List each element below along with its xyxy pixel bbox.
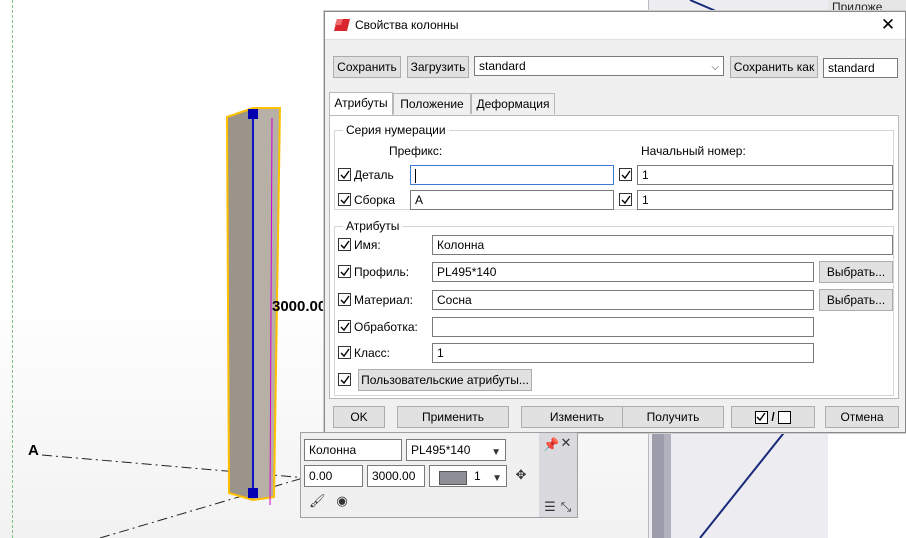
part-start-checkbox[interactable] bbox=[619, 168, 632, 181]
load-button[interactable]: Загрузить bbox=[407, 56, 469, 78]
assembly-start-number-input[interactable]: 1 bbox=[637, 190, 893, 210]
attributes-group: Атрибуты Имя: Колонна Профиль: PL495*140… bbox=[334, 219, 894, 396]
modify-button[interactable]: Изменить bbox=[521, 406, 633, 428]
class-color-swatch bbox=[439, 471, 467, 485]
class-label: Класс: bbox=[354, 346, 390, 360]
toolbar-side-strip: 📌 ✕ ☰ ⤡ bbox=[539, 433, 577, 517]
move-icon[interactable]: ✥ bbox=[513, 467, 529, 483]
check-icon bbox=[621, 170, 631, 180]
tab-position[interactable]: Положение bbox=[393, 93, 471, 114]
unchecked-box-icon bbox=[778, 411, 792, 425]
mini-class-value: 1 bbox=[474, 469, 481, 483]
name-checkbox[interactable] bbox=[338, 238, 351, 251]
list-icon[interactable]: ☰ bbox=[543, 499, 557, 515]
finish-checkbox[interactable] bbox=[338, 320, 351, 333]
dropdown-arrow-icon: ▼ bbox=[491, 447, 501, 458]
column-properties-dialog: Свойства колонны ✕ Сохранить Загрузить s… bbox=[324, 11, 906, 433]
save-as-name-input[interactable]: standard bbox=[823, 58, 898, 78]
tekla-app-icon bbox=[334, 19, 350, 31]
bg-element bbox=[652, 432, 664, 538]
column-end-handle[interactable] bbox=[248, 488, 258, 498]
profile-checkbox[interactable] bbox=[338, 265, 351, 278]
save-button[interactable]: Сохранить bbox=[333, 56, 401, 78]
grid-line-diagonal bbox=[99, 469, 331, 538]
chevron-down-icon: ⌵ bbox=[711, 62, 719, 73]
user-attributes-checkbox[interactable] bbox=[338, 373, 351, 386]
mini-length-input[interactable]: 3000.00 bbox=[367, 465, 425, 487]
select-all-toggle-button[interactable]: / bbox=[731, 406, 815, 428]
grid-axis-label: A bbox=[28, 442, 39, 459]
dialog-title: Свойства колонны bbox=[355, 18, 459, 32]
text-caret bbox=[415, 168, 416, 183]
tab-panel-attributes: Серия нумерации Префикс: Начальный номер… bbox=[329, 115, 899, 399]
get-button[interactable]: Получить bbox=[622, 406, 724, 428]
toggle-separator: / bbox=[771, 410, 775, 424]
part-prefix-input[interactable] bbox=[410, 165, 614, 185]
paint-brush-icon[interactable]: 🖌 bbox=[309, 493, 326, 509]
part-checkbox[interactable] bbox=[338, 168, 351, 181]
part-start-number-input[interactable]: 1 bbox=[637, 165, 893, 185]
profile-label: Профиль: bbox=[354, 265, 410, 279]
close-icon[interactable]: ✕ bbox=[559, 435, 573, 451]
check-icon bbox=[340, 195, 350, 205]
mini-offset-input[interactable]: 0.00 bbox=[304, 465, 363, 487]
check-icon bbox=[340, 267, 350, 277]
close-icon: ✕ bbox=[880, 15, 896, 34]
prefix-header: Префикс: bbox=[389, 144, 443, 158]
user-attributes-button[interactable]: Пользовательские атрибуты... bbox=[358, 369, 532, 391]
tab-deformation[interactable]: Деформация bbox=[471, 93, 555, 114]
numbering-group-title: Серия нумерации bbox=[343, 123, 449, 137]
numbering-group: Серия нумерации Префикс: Начальный номер… bbox=[334, 123, 894, 210]
mini-name-input[interactable]: Колонна bbox=[304, 439, 402, 461]
collapse-icon[interactable]: ⤡ bbox=[559, 499, 573, 515]
preset-combobox-value: standard bbox=[479, 59, 526, 73]
apply-button[interactable]: Применить bbox=[397, 406, 509, 428]
cancel-button[interactable]: Отмена bbox=[825, 406, 899, 428]
assembly-prefix-input[interactable]: A bbox=[410, 190, 614, 210]
close-button[interactable]: ✕ bbox=[879, 15, 897, 35]
mini-profile-combobox[interactable]: PL495*140 ▼ bbox=[406, 439, 506, 461]
profile-select-button[interactable]: Выбрать... bbox=[819, 261, 893, 283]
assembly-label: Сборка bbox=[354, 193, 396, 207]
check-icon bbox=[340, 295, 350, 305]
name-input[interactable]: Колонна bbox=[432, 235, 893, 255]
dimension-label: 3000.00 bbox=[272, 298, 327, 315]
check-icon bbox=[340, 322, 350, 332]
preset-combobox[interactable]: standard ⌵ bbox=[474, 56, 724, 76]
mini-class-combobox[interactable]: 1 ▼ bbox=[429, 465, 507, 487]
dropdown-arrow-icon: ▼ bbox=[492, 473, 502, 484]
profile-input[interactable]: PL495*140 bbox=[432, 262, 814, 282]
check-icon bbox=[621, 195, 631, 205]
start-number-header: Начальный номер: bbox=[641, 144, 746, 158]
material-checkbox[interactable] bbox=[338, 293, 351, 306]
view-eye-icon[interactable]: ◉ bbox=[333, 493, 351, 509]
class-input[interactable]: 1 bbox=[432, 343, 814, 363]
finish-input[interactable] bbox=[432, 317, 814, 337]
check-icon bbox=[340, 348, 350, 358]
column-start-handle[interactable] bbox=[248, 109, 258, 119]
save-as-button[interactable]: Сохранить как bbox=[730, 56, 818, 78]
part-label: Деталь bbox=[354, 168, 394, 182]
check-icon bbox=[340, 240, 350, 250]
assembly-start-checkbox[interactable] bbox=[619, 193, 632, 206]
pin-icon[interactable]: 📌 bbox=[543, 437, 559, 453]
dialog-titlebar[interactable]: Свойства колонны ✕ bbox=[325, 12, 905, 40]
class-checkbox[interactable] bbox=[338, 346, 351, 359]
tab-attributes[interactable]: Атрибуты bbox=[329, 92, 393, 115]
check-icon bbox=[340, 170, 350, 180]
attributes-group-title: Атрибуты bbox=[343, 219, 403, 233]
check-icon bbox=[340, 375, 350, 385]
name-label: Имя: bbox=[354, 238, 381, 252]
checked-box-icon bbox=[754, 411, 768, 425]
contextual-toolbar: Колонна PL495*140 ▼ 0.00 3000.00 1 ▼ ✥ 🖌… bbox=[300, 432, 578, 518]
finish-label: Обработка: bbox=[354, 320, 418, 334]
assembly-checkbox[interactable] bbox=[338, 193, 351, 206]
material-label: Материал: bbox=[354, 293, 413, 307]
material-select-button[interactable]: Выбрать... bbox=[819, 289, 893, 311]
ok-button[interactable]: OK bbox=[333, 406, 385, 428]
grid-line-a bbox=[41, 454, 331, 481]
material-input[interactable]: Сосна bbox=[432, 290, 814, 310]
mini-profile-value: PL495*140 bbox=[411, 443, 471, 457]
